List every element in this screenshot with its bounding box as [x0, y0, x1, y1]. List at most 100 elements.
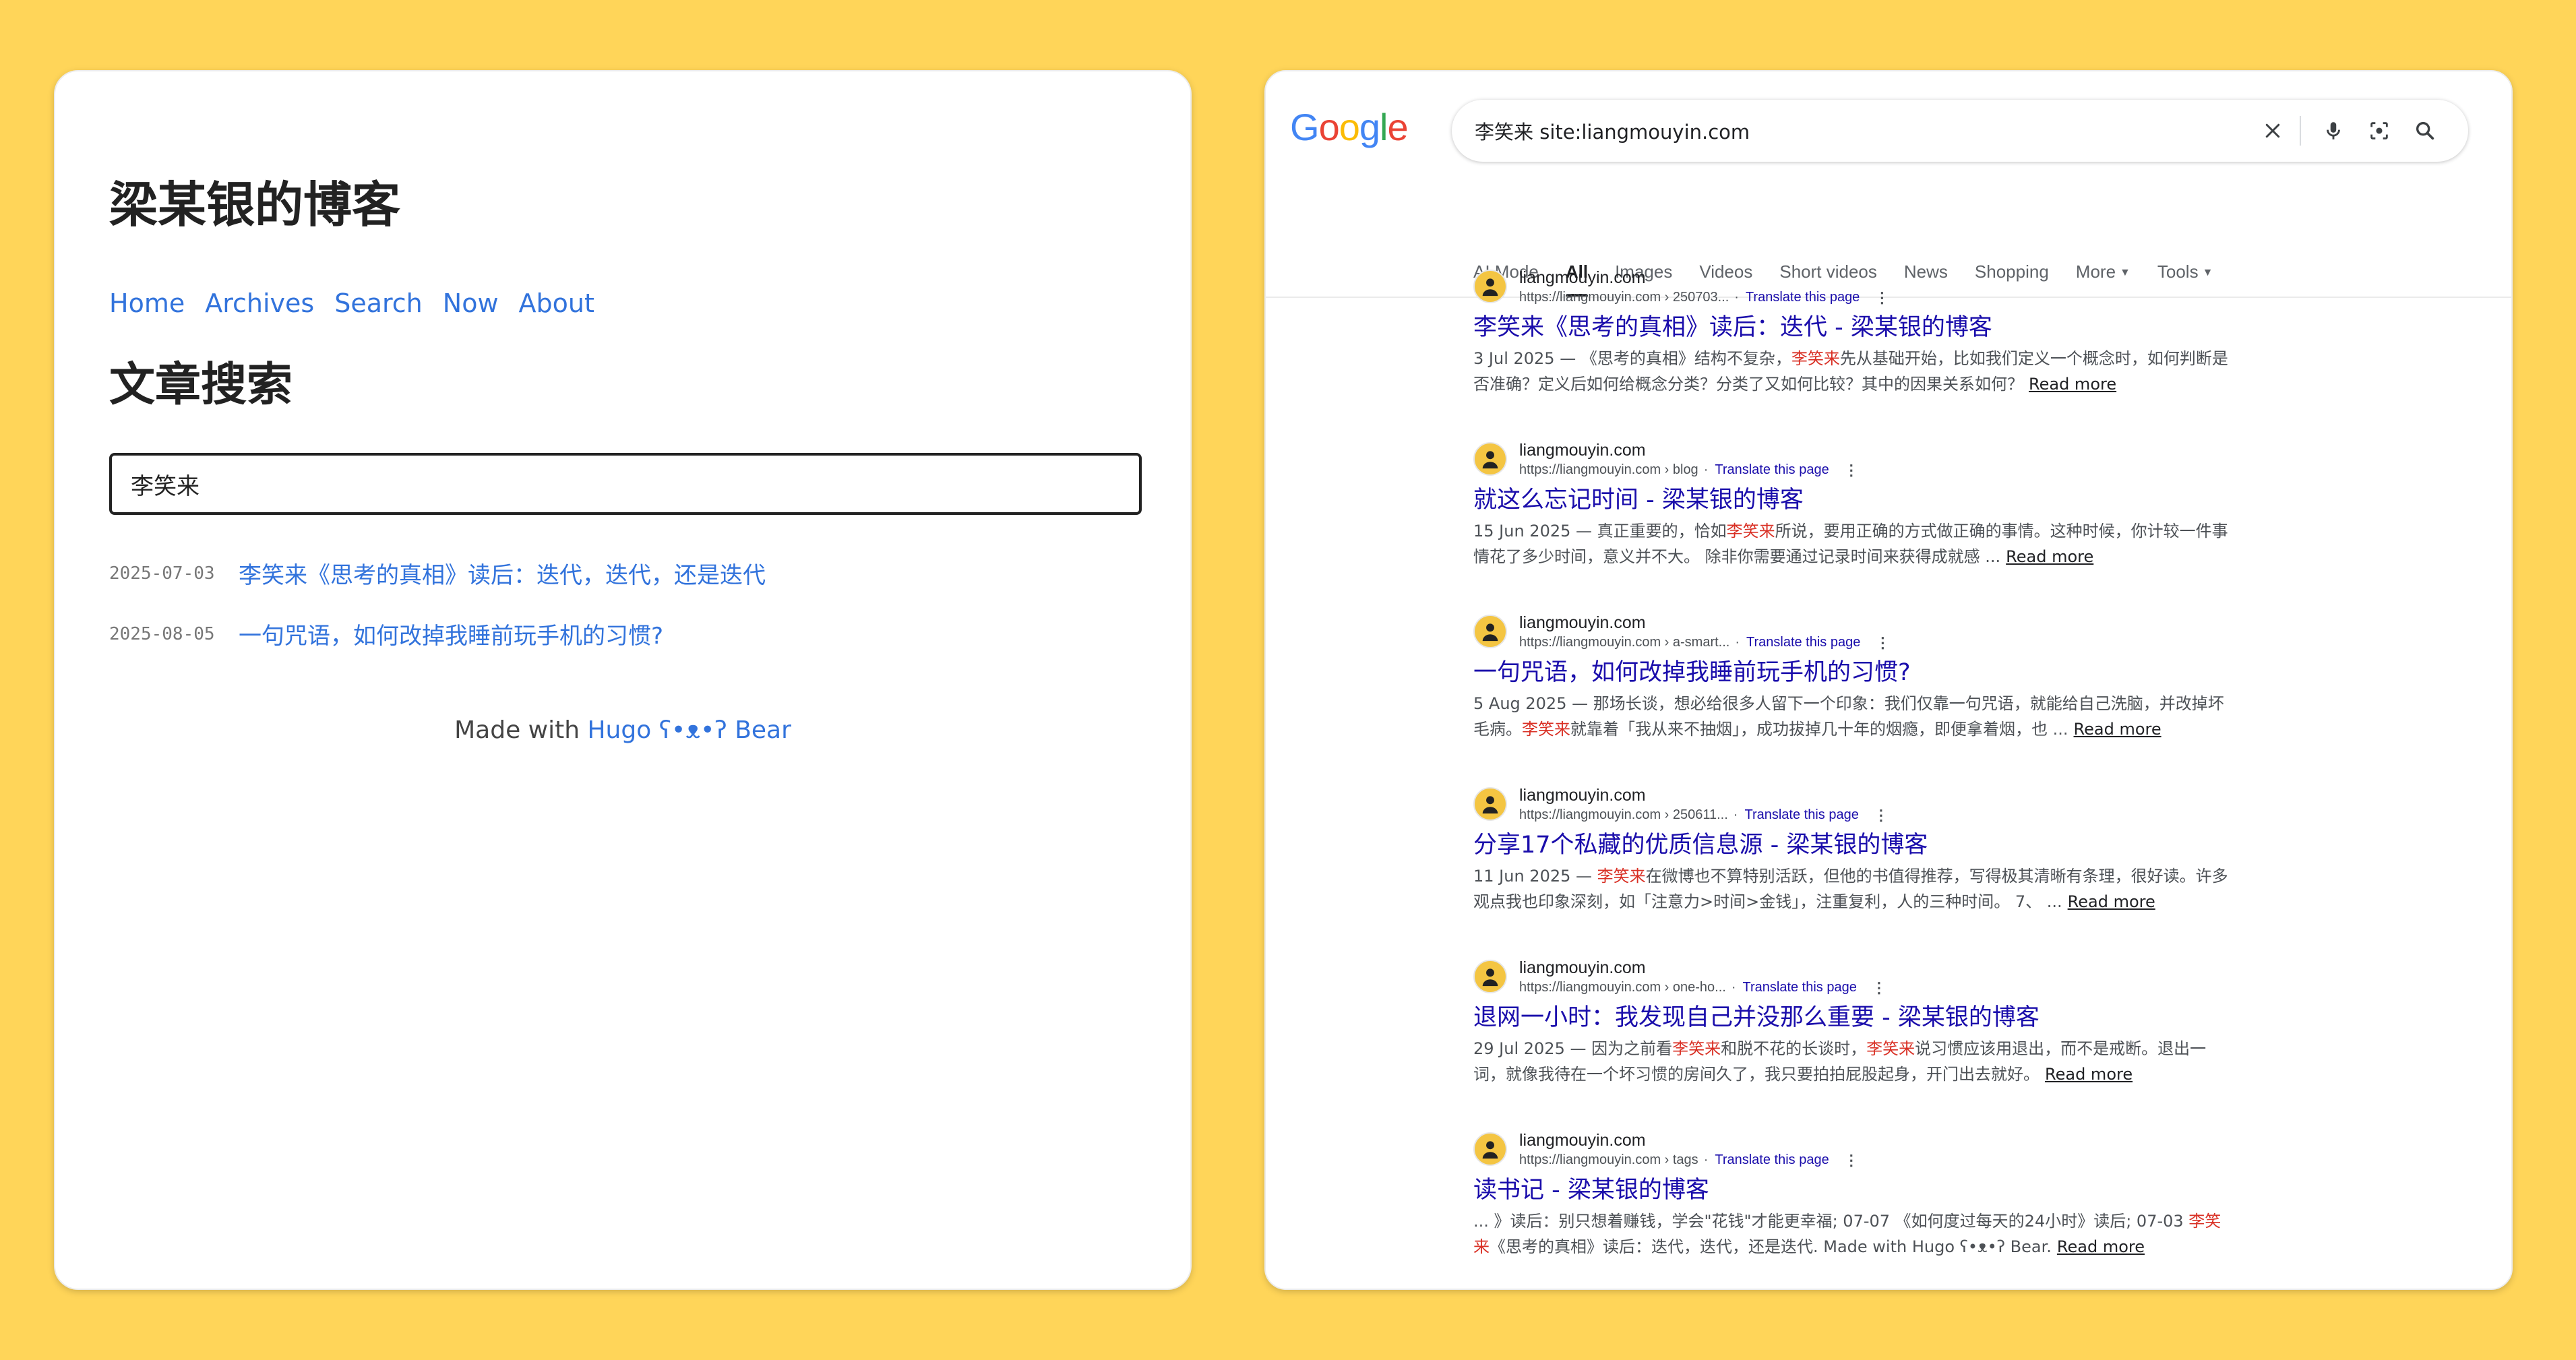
site-avatar	[1473, 615, 1507, 649]
more-options-icon[interactable]: ⋮	[1875, 634, 1890, 652]
url-separator: ·	[1703, 1152, 1709, 1167]
snippet-keyword: 李笑来	[1726, 522, 1775, 541]
result-site-name: liangmouyin.com	[1519, 958, 1646, 977]
more-options-icon[interactable]: ⋮	[1872, 979, 1887, 997]
more-options-icon[interactable]: ⋮	[1844, 1152, 1859, 1169]
post-date: 2025-07-03	[109, 563, 215, 584]
search-input-value: 李笑来	[131, 472, 200, 500]
google-logo[interactable]: Google	[1290, 105, 1409, 149]
nav-archives[interactable]: Archives	[205, 288, 314, 318]
translate-link[interactable]: Translate this page	[1715, 462, 1829, 478]
site-avatar	[1473, 787, 1507, 822]
result-url: https://liangmouyin.com › blog	[1519, 462, 1698, 477]
result-site-name: liangmouyin.com	[1519, 268, 1646, 287]
search-result: liangmouyin.com https://liangmouyin.com ›…	[1473, 439, 2235, 570]
blog-nav: Home Archives Search Now About	[109, 288, 594, 318]
result-snippet: 3 Jul 2025 — 《思考的真相》结构不复杂，李笑来先从基础开始，比如我们…	[1473, 346, 2235, 398]
translate-link[interactable]: Translate this page	[1746, 290, 1860, 305]
site-avatar	[1473, 1132, 1507, 1167]
result-site-row[interactable]: liangmouyin.com https://liangmouyin.com ›…	[1473, 957, 2235, 997]
result-snippet: 11 Jun 2025 — 李笑来在微博也不算特别活跃，但他的书值得推荐，写得极…	[1473, 864, 2235, 915]
site-avatar	[1473, 270, 1507, 304]
snippet-text: 29 Jul 2025 — 因为之前看	[1473, 1039, 1673, 1059]
url-separator: ·	[1733, 807, 1738, 822]
blog-footer: Made with Hugo ʕ•ᴥ•ʔ Bear	[55, 716, 1190, 744]
result-url: https://liangmouyin.com › one-ho...	[1519, 980, 1726, 995]
read-more-link[interactable]: Read more	[2068, 892, 2155, 911]
result-site-row[interactable]: liangmouyin.com https://liangmouyin.com ›…	[1473, 612, 2235, 652]
result-site-name: liangmouyin.com	[1519, 786, 1646, 805]
translate-link[interactable]: Translate this page	[1715, 1152, 1829, 1168]
nav-home[interactable]: Home	[109, 288, 185, 318]
snippet-text: 15 Jun 2025 — 真正重要的，恰如	[1473, 522, 1727, 541]
read-more-link[interactable]: Read more	[2045, 1065, 2133, 1084]
site-avatar	[1473, 442, 1507, 476]
result-site-row[interactable]: liangmouyin.com https://liangmouyin.com ›…	[1473, 439, 2235, 479]
camera-lens-icon[interactable]	[2359, 111, 2399, 151]
url-separator: ·	[1735, 635, 1740, 650]
more-options-icon[interactable]: ⋮	[1874, 289, 1889, 307]
search-page-heading: 文章搜索	[109, 359, 293, 412]
result-site-row[interactable]: liangmouyin.com https://liangmouyin.com ›…	[1473, 267, 2235, 307]
result-url-row: https://liangmouyin.com › blog · Translate…	[1519, 462, 1859, 479]
search-result: liangmouyin.com https://liangmouyin.com ›…	[1473, 1130, 2235, 1260]
search-result: liangmouyin.com https://liangmouyin.com ›…	[1473, 957, 2235, 1088]
result-snippet: 5 Aug 2025 — 那场长谈，想必给很多人留下一个印象：我们仅靠一句咒语，…	[1473, 691, 2235, 743]
result-url: https://liangmouyin.com › tags	[1519, 1152, 1698, 1167]
snippet-keyword: 李笑来	[1597, 867, 1646, 886]
result-title-link[interactable]: 一句咒语，如何改掉我睡前玩手机的习惯?	[1473, 658, 2235, 688]
post-item: 2025-07-03 李笑来《思考的真相》读后：迭代，迭代，还是迭代	[109, 557, 766, 590]
google-search-query[interactable]: 李笑来 site:liangmouyin.com	[1475, 117, 2247, 145]
footer-prefix: Made with	[454, 716, 588, 744]
more-options-icon[interactable]: ⋮	[1844, 462, 1859, 479]
result-title-link[interactable]: 就这么忘记时间 - 梁某银的博客	[1473, 486, 2235, 516]
snippet-keyword: 李笑来	[1672, 1039, 1721, 1059]
read-more-link[interactable]: Read more	[2029, 375, 2116, 394]
url-separator: ·	[1703, 462, 1709, 477]
url-separator: ·	[1731, 980, 1736, 995]
microphone-icon[interactable]	[2313, 111, 2354, 151]
result-site-name: liangmouyin.com	[1519, 1131, 1646, 1150]
post-date: 2025-08-05	[109, 623, 215, 644]
snippet-text: 就靠着「我从来不抽烟」，成功拔掉几十年的烟瘾，即便拿着烟，也 ...	[1570, 720, 2068, 739]
blog-title[interactable]: 梁某银的博客	[109, 181, 400, 229]
translate-link[interactable]: Translate this page	[1744, 807, 1858, 823]
nav-now[interactable]: Now	[443, 288, 499, 318]
result-url: https://liangmouyin.com › 250703...	[1519, 290, 1729, 305]
snippet-text: 和脱不花的长谈时，	[1721, 1039, 1867, 1059]
result-snippet: 15 Jun 2025 — 真正重要的，恰如李笑来所说，要用正确的方式做正确的事…	[1473, 519, 2235, 570]
search-result: liangmouyin.com https://liangmouyin.com ›…	[1473, 784, 2235, 915]
result-site-row[interactable]: liangmouyin.com https://liangmouyin.com ›…	[1473, 784, 2235, 824]
translate-link[interactable]: Translate this page	[1743, 980, 1857, 995]
search-input[interactable]: 李笑来	[109, 453, 1142, 515]
result-title-link[interactable]: 读书记 - 梁某银的博客	[1473, 1176, 2235, 1206]
result-title-link[interactable]: 退网一小时：我发现自己并没那么重要 - 梁某银的博客	[1473, 1003, 2235, 1033]
read-more-link[interactable]: Read more	[2057, 1237, 2145, 1256]
clear-icon[interactable]	[2252, 111, 2293, 151]
result-snippet: 29 Jul 2025 — 因为之前看李笑来和脱不花的长谈时，李笑来说习惯应该用…	[1473, 1037, 2235, 1088]
nav-about[interactable]: About	[519, 288, 594, 318]
nav-search[interactable]: Search	[334, 288, 423, 318]
result-site-name: liangmouyin.com	[1519, 441, 1646, 460]
blog-window: 梁某银的博客 Home Archives Search Now About 文章…	[54, 70, 1192, 1290]
snippet-keyword: 李笑来	[1791, 349, 1840, 369]
search-icon[interactable]	[2405, 111, 2445, 151]
result-url-row: https://liangmouyin.com › tags · Translate…	[1519, 1152, 1859, 1169]
footer-hugo-bear-link[interactable]: Hugo ʕ•ᴥ•ʔ Bear	[587, 716, 791, 744]
result-title-link[interactable]: 李笑来《思考的真相》读后：迭代 - 梁某银的博客	[1473, 313, 2235, 343]
translate-link[interactable]: Translate this page	[1746, 635, 1860, 650]
read-more-link[interactable]: Read more	[2074, 720, 2161, 739]
post-link[interactable]: 李笑来《思考的真相》读后：迭代，迭代，还是迭代	[239, 557, 766, 590]
result-url-row: https://liangmouyin.com › one-ho... · Tran…	[1519, 979, 1887, 997]
read-more-link[interactable]: Read more	[2006, 547, 2093, 566]
snippet-text: 《思考的真相》读后：迭代，迭代，还是迭代. Made with Hugo ʕ•ᴥ…	[1490, 1237, 2052, 1257]
result-site-row[interactable]: liangmouyin.com https://liangmouyin.com ›…	[1473, 1130, 2235, 1169]
snippet-keyword: 李笑来	[1522, 720, 1570, 739]
post-link[interactable]: 一句咒语，如何改掉我睡前玩手机的习惯?	[239, 617, 663, 650]
more-options-icon[interactable]: ⋮	[1874, 807, 1889, 824]
result-url-row: https://liangmouyin.com › 250703... · Tran…	[1519, 289, 1889, 307]
result-title-link[interactable]: 分享17个私藏的优质信息源 - 梁某银的博客	[1473, 831, 2235, 861]
google-search-box[interactable]: 李笑来 site:liangmouyin.com	[1452, 100, 2468, 162]
result-url: https://liangmouyin.com › 250611...	[1519, 807, 1728, 822]
result-url: https://liangmouyin.com › a-smart...	[1519, 635, 1730, 650]
